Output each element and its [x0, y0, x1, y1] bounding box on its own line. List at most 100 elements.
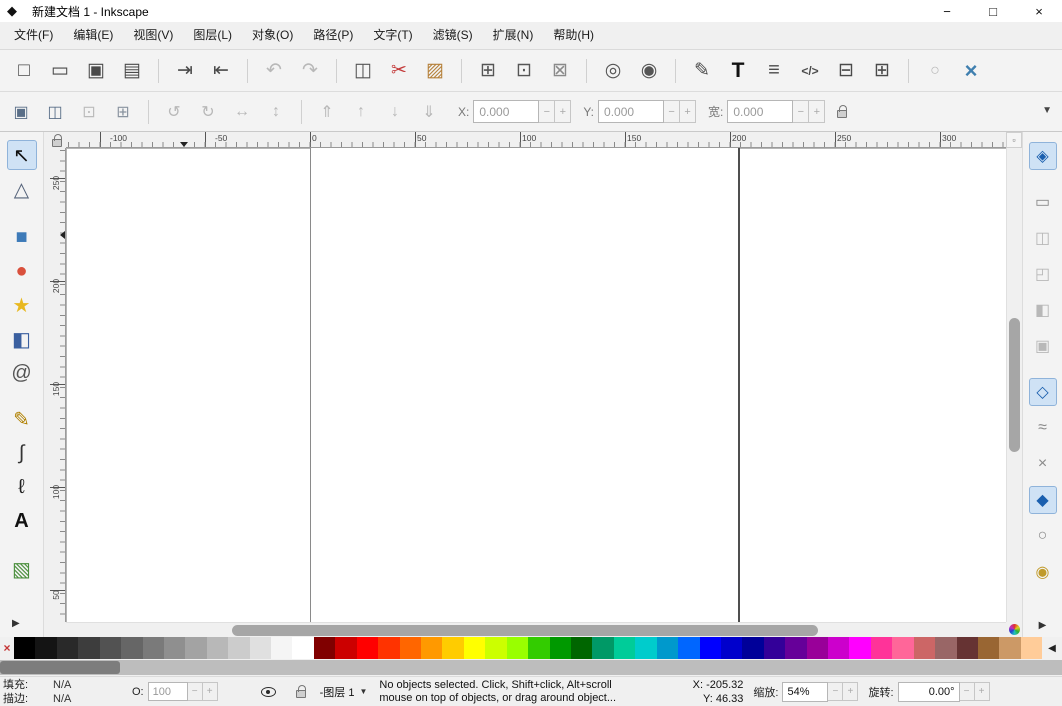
- palette-swatch[interactable]: [721, 637, 742, 659]
- selection-mode-icon[interactable]: ⊞: [109, 98, 137, 126]
- save-document-icon[interactable]: ▣: [81, 56, 111, 86]
- menu-file[interactable]: 文件(F): [4, 22, 63, 49]
- menu-object[interactable]: 对象(O): [242, 22, 303, 49]
- menu-layer[interactable]: 图层(L): [183, 22, 242, 49]
- node-tool[interactable]: △: [7, 174, 37, 204]
- raise-icon[interactable]: ↑: [347, 98, 375, 126]
- palette-swatch[interactable]: [78, 637, 99, 659]
- redo-icon[interactable]: ↷: [295, 56, 325, 86]
- arrange-dialog-icon[interactable]: ⊞: [867, 56, 897, 86]
- palette-swatch[interactable]: [571, 637, 592, 659]
- text-tool[interactable]: A: [7, 506, 37, 536]
- palette-scroll-left-button[interactable]: ◀: [1042, 637, 1062, 659]
- zoom-drawing-icon[interactable]: ◉: [634, 56, 664, 86]
- x-decrement-button[interactable]: −: [539, 100, 555, 123]
- fill-stroke-dialog-icon[interactable]: ✎: [687, 56, 717, 86]
- layer-visibility-toggle[interactable]: [258, 681, 280, 703]
- calligraphy-tool[interactable]: ℓ: [7, 472, 37, 502]
- clone-icon[interactable]: ⊡: [509, 56, 539, 86]
- snap-paths-icon[interactable]: ≈: [1029, 414, 1057, 442]
- minimize-button[interactable]: −: [924, 0, 970, 22]
- menu-edit[interactable]: 编辑(E): [63, 22, 123, 49]
- horizontal-ruler[interactable]: -100-50050100150200250300: [66, 132, 1006, 148]
- lock-dimensions-toggle[interactable]: [828, 98, 856, 126]
- snap-midpoints-icon[interactable]: ◉: [1029, 558, 1057, 586]
- layers-dialog-icon[interactable]: ≡: [759, 56, 789, 86]
- xml-editor-icon[interactable]: </>: [795, 56, 825, 86]
- spiral-tool[interactable]: @: [7, 358, 37, 388]
- rotate-cw-icon[interactable]: ↻: [194, 98, 222, 126]
- snap-bbox-corners-icon[interactable]: ◰: [1029, 260, 1057, 288]
- vertical-ruler[interactable]: 25020015010050: [50, 148, 66, 622]
- palette-swatch[interactable]: [185, 637, 206, 659]
- rotation-increment-button[interactable]: +: [975, 682, 990, 701]
- flip-vertical-icon[interactable]: ↕: [262, 98, 290, 126]
- menu-path[interactable]: 路径(P): [303, 22, 363, 49]
- palette-swatch[interactable]: [485, 637, 506, 659]
- pencil-tool[interactable]: ✎: [7, 404, 37, 434]
- horizontal-scrollbar[interactable]: [66, 622, 1006, 637]
- palette-swatch[interactable]: [978, 637, 999, 659]
- palette-scrollbar[interactable]: [0, 660, 1062, 675]
- select-all-layers-icon[interactable]: ◫: [41, 98, 69, 126]
- snap-bbox-edges-icon[interactable]: ◫: [1029, 224, 1057, 252]
- palette-swatch[interactable]: [678, 637, 699, 659]
- palette-swatch[interactable]: [592, 637, 613, 659]
- palette-swatch[interactable]: [550, 637, 571, 659]
- find-icon[interactable]: ○: [920, 56, 950, 86]
- palette-swatch[interactable]: [1021, 637, 1042, 659]
- horizontal-scrollbar-thumb[interactable]: [232, 625, 818, 636]
- snap-smooth-nodes-icon[interactable]: ○: [1029, 522, 1057, 550]
- palette-swatch[interactable]: [700, 637, 721, 659]
- palette-swatch[interactable]: [378, 637, 399, 659]
- import-icon[interactable]: ⇥: [170, 56, 200, 86]
- palette-swatch[interactable]: [292, 637, 313, 659]
- palette-swatch[interactable]: [635, 637, 656, 659]
- snapbar-expand-arrow[interactable]: ▶: [1039, 620, 1047, 631]
- y-field[interactable]: [598, 100, 664, 123]
- raise-to-top-icon[interactable]: ⇑: [313, 98, 341, 126]
- bezier-tool[interactable]: ∫: [7, 438, 37, 468]
- menu-text[interactable]: 文字(T): [363, 22, 422, 49]
- palette-swatch[interactable]: [528, 637, 549, 659]
- lock-guides-toggle[interactable]: [49, 133, 65, 148]
- layer-lock-toggle[interactable]: [290, 681, 312, 703]
- duplicate-icon[interactable]: ⊞: [473, 56, 503, 86]
- snap-nodes-icon[interactable]: ◇: [1029, 378, 1057, 406]
- opacity-decrement-button[interactable]: −: [188, 682, 203, 701]
- export-icon[interactable]: ⇤: [206, 56, 236, 86]
- copy-icon[interactable]: ◫: [348, 56, 378, 86]
- box3d-tool[interactable]: ◧: [7, 324, 37, 354]
- palette-swatch[interactable]: [143, 637, 164, 659]
- palette-swatch[interactable]: [121, 637, 142, 659]
- snap-bbox-icon[interactable]: ▭: [1029, 188, 1057, 216]
- palette-swatch[interactable]: [228, 637, 249, 659]
- palette-swatch[interactable]: [464, 637, 485, 659]
- menu-view[interactable]: 视图(V): [123, 22, 183, 49]
- palette-swatch[interactable]: [421, 637, 442, 659]
- toolbox-expand-arrow[interactable]: ▶: [0, 615, 20, 631]
- select-all-icon[interactable]: ▣: [7, 98, 35, 126]
- flip-horizontal-icon[interactable]: ↔: [228, 98, 256, 126]
- color-management-toggle[interactable]: [1006, 622, 1022, 637]
- palette-swatch[interactable]: [892, 637, 913, 659]
- palette-swatch[interactable]: [785, 637, 806, 659]
- menu-filters[interactable]: 滤镜(S): [423, 22, 483, 49]
- cut-icon[interactable]: ✂: [384, 56, 414, 86]
- x-increment-button[interactable]: +: [555, 100, 571, 123]
- selector-tool[interactable]: ↖: [7, 140, 37, 170]
- vertical-scrollbar[interactable]: [1006, 148, 1022, 622]
- vertical-scrollbar-thumb[interactable]: [1009, 318, 1020, 452]
- y-decrement-button[interactable]: −: [664, 100, 680, 123]
- palette-swatch[interactable]: [764, 637, 785, 659]
- x-field[interactable]: [473, 100, 539, 123]
- palette-swatch[interactable]: [935, 637, 956, 659]
- width-increment-button[interactable]: +: [809, 100, 825, 123]
- layer-selector[interactable]: -图层 1 ▼: [320, 684, 368, 700]
- snap-path-intersections-icon[interactable]: ×: [1029, 450, 1057, 478]
- palette-swatch[interactable]: [314, 637, 335, 659]
- palette-swatch[interactable]: [871, 637, 892, 659]
- palette-swatch[interactable]: [807, 637, 828, 659]
- unlink-clone-icon[interactable]: ⊠: [545, 56, 575, 86]
- lower-icon[interactable]: ↓: [381, 98, 409, 126]
